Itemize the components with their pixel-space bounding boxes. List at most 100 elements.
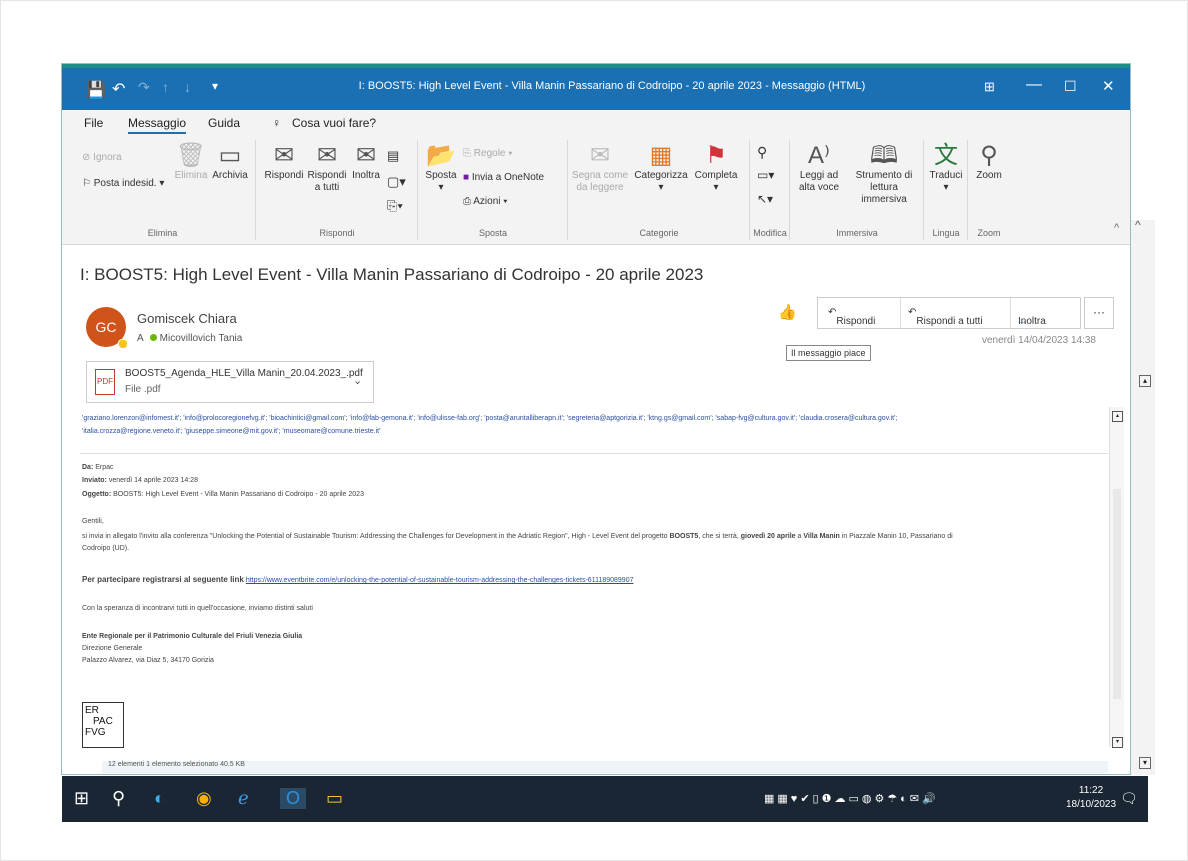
actions-button[interactable]: ⎙ Azioni ▾ — [463, 196, 507, 207]
internet-explorer-icon[interactable]: ℯ — [238, 788, 249, 809]
ribbon: ⊘ Ignora ⚐ Posta indesid. ▾ 🗑 Elimina ▭ Ar… — [62, 136, 1130, 245]
translate-label: Traduci — [929, 170, 963, 181]
zoom-button[interactable]: ⚲ Zoom — [971, 142, 1007, 182]
chrome-icon[interactable]: ◉ — [196, 788, 212, 809]
onenote-icon: ■ — [463, 172, 470, 183]
rules-button[interactable]: ⎘ Regole ▾ — [463, 148, 512, 159]
notifications-icon[interactable]: 🗨 — [1120, 790, 1138, 807]
ignore-button[interactable]: ⊘ Ignora — [82, 152, 122, 163]
move-label: Sposta — [425, 170, 457, 181]
reply-all-label: Rispondi a tutti — [916, 316, 983, 327]
recipient-name[interactable]: Micovillovich Tania — [160, 333, 243, 344]
background-scroll-down[interactable]: ▾ — [1139, 757, 1151, 769]
find-icon[interactable]: ⚲ — [757, 144, 767, 161]
junk-label: Posta indesid. — [93, 178, 157, 189]
sender-name[interactable]: Gomiscek Chiara — [137, 311, 237, 326]
meeting-reply-icon[interactable]: ▤ — [387, 148, 399, 164]
ignore-label: Ignora — [93, 152, 122, 163]
from-value: Erpac — [95, 464, 114, 471]
magnifier-icon: ⚲ — [980, 142, 998, 169]
closing-line: Con la speranza di incontrarvi tutti in … — [82, 605, 313, 612]
mark-unread-button[interactable]: ✉ Segna come da leggere — [571, 142, 629, 194]
start-icon[interactable]: ⊞ — [74, 788, 89, 809]
select-icon[interactable]: ↖▾ — [757, 192, 773, 206]
related-icon[interactable]: ▭▾ — [757, 168, 774, 182]
more-respond-icon[interactable]: ⎘▾ — [387, 198, 403, 214]
erpac-logo: ER PAC FVG — [82, 702, 124, 748]
read-aloud-button[interactable]: A⁾ Leggi ad alta voce — [793, 142, 845, 194]
title-bar: 💾 ↶ ↷ ↑ ↓ ▾ I: BOOST5: High Level Event … — [62, 64, 1130, 110]
scroll-up-button[interactable]: ▴ — [1112, 411, 1123, 422]
group-label-language: Lingua — [932, 228, 960, 238]
onenote-button[interactable]: ■ Invia a OneNote — [463, 172, 544, 183]
junk-button[interactable]: ⚐ Posta indesid. ▾ — [82, 178, 164, 189]
background-scroll-up[interactable]: ▴ — [1139, 375, 1151, 387]
ribbon-display-options-icon[interactable]: ⊞ — [984, 79, 995, 95]
followup-button[interactable]: ⚑ Completa ▾ — [691, 142, 741, 194]
like-icon[interactable]: 👍 — [778, 303, 797, 321]
scroll-thumb[interactable] — [1113, 489, 1121, 699]
ribbon-group-move: 📂 Sposta ▾ ⎘ Regole ▾ ■ Invia a OneNote ⎙ … — [419, 140, 568, 240]
onenote-label: Invia a OneNote — [471, 172, 545, 183]
read-aloud-label: Leggi ad alta voce — [798, 170, 840, 193]
presence-away-icon — [118, 339, 128, 349]
group-label-editing: Modifica — [753, 228, 787, 238]
divider — [80, 453, 1108, 454]
translate-button[interactable]: 文 Traduci ▾ — [927, 142, 965, 194]
menu-file[interactable]: File — [84, 116, 103, 130]
body-scrollbar[interactable]: ▴ ▾ — [1109, 407, 1124, 748]
menu-help[interactable]: Guida — [208, 116, 240, 130]
ribbon-group-tags: ✉ Segna come da leggere ▦ Categorizza ▾ ⚑ Co… — [569, 140, 750, 240]
redo-icon[interactable]: ↷ — [138, 79, 150, 96]
mark-unread-label: Segna come da leggere — [571, 170, 629, 193]
archive-label: Archivia — [212, 170, 248, 181]
reply-all-button[interactable]: ↶ Rispondi a tutti — [908, 307, 983, 327]
attachment-type: File .pdf — [125, 384, 161, 395]
collapse-ribbon-icon[interactable]: ^ — [1114, 222, 1119, 234]
invite-project: BOOST5 — [669, 533, 699, 540]
customize-toolbar-icon[interactable]: ▾ — [212, 79, 218, 93]
chevron-down-icon[interactable]: ⌄ — [353, 374, 362, 387]
forward-label: Inoltra — [1018, 316, 1046, 327]
categorize-button[interactable]: ▦ Categorizza ▾ — [631, 142, 691, 194]
to-prefix: A — [137, 333, 144, 344]
background-chevron-up-icon[interactable]: ^ — [1135, 218, 1141, 232]
more-actions-button[interactable]: ··· — [1084, 297, 1114, 329]
reading-pane: I: BOOST5: High Level Event - Villa Mani… — [62, 245, 1130, 774]
im-reply-icon[interactable]: ▢▾ — [387, 174, 406, 190]
undo-icon[interactable]: ↶ — [112, 79, 125, 99]
search-icon[interactable]: ⚲ — [112, 788, 125, 809]
system-tray-icons[interactable]: ▦▦♥✔▯❶☁▭◍⚙☂◐✉🔊 — [764, 792, 939, 805]
delete-button[interactable]: 🗑 Elimina — [174, 142, 208, 182]
file-explorer-icon[interactable]: ▭ — [326, 788, 343, 809]
save-icon[interactable]: 💾 — [86, 80, 106, 100]
background-status-bar: 12 elementi 1 elemento selezionato 40.5 … — [102, 761, 1108, 773]
menu-message[interactable]: Messaggio — [128, 116, 187, 134]
scroll-down-button[interactable]: ▾ — [1112, 737, 1123, 748]
archive-button[interactable]: ▭ Archivia — [210, 142, 250, 182]
immersive-reader-button[interactable]: 🕮 Strumento di lettura immersiva — [847, 142, 921, 206]
reply-ribbon-button[interactable]: ✉ Rispondi — [261, 142, 307, 182]
maximize-button[interactable]: ☐ — [1064, 78, 1077, 95]
move-button[interactable]: 📂 Sposta ▾ — [423, 142, 459, 194]
attachment-card[interactable]: PDF BOOST5_Agenda_HLE_Villa Manin_20.04.… — [86, 361, 374, 403]
edge-icon[interactable]: ◐ — [154, 788, 165, 809]
next-item-icon[interactable]: ↓ — [184, 79, 191, 95]
close-button[interactable]: ✕ — [1102, 77, 1115, 95]
reply-all-ribbon-button[interactable]: ✉ Rispondi a tutti — [305, 142, 349, 194]
background-window — [1126, 220, 1155, 775]
clock-time: 11:22 — [1078, 785, 1104, 796]
message-subject: I: BOOST5: High Level Event - Villa Mani… — [80, 265, 704, 284]
translate-icon: 文 — [934, 142, 958, 169]
zoom-label: Zoom — [976, 170, 1002, 181]
tell-me-search[interactable]: Cosa vuoi fare? — [292, 116, 376, 130]
reply-button[interactable]: ↶ Rispondi — [828, 307, 875, 327]
clock[interactable]: 11:22 18/10/2023 — [1066, 784, 1116, 812]
reply-ribbon-label: Rispondi — [264, 170, 304, 181]
minimize-button[interactable]: — — [1026, 76, 1042, 94]
sent-label: Inviato: — [82, 477, 107, 484]
registration-link[interactable]: https://www.eventbrite.com/e/unlocking-t… — [246, 577, 634, 584]
forward-ribbon-button[interactable]: ✉ Inoltra — [349, 142, 383, 182]
outlook-icon[interactable]: O — [280, 788, 307, 809]
previous-item-icon[interactable]: ↑ — [162, 79, 169, 95]
